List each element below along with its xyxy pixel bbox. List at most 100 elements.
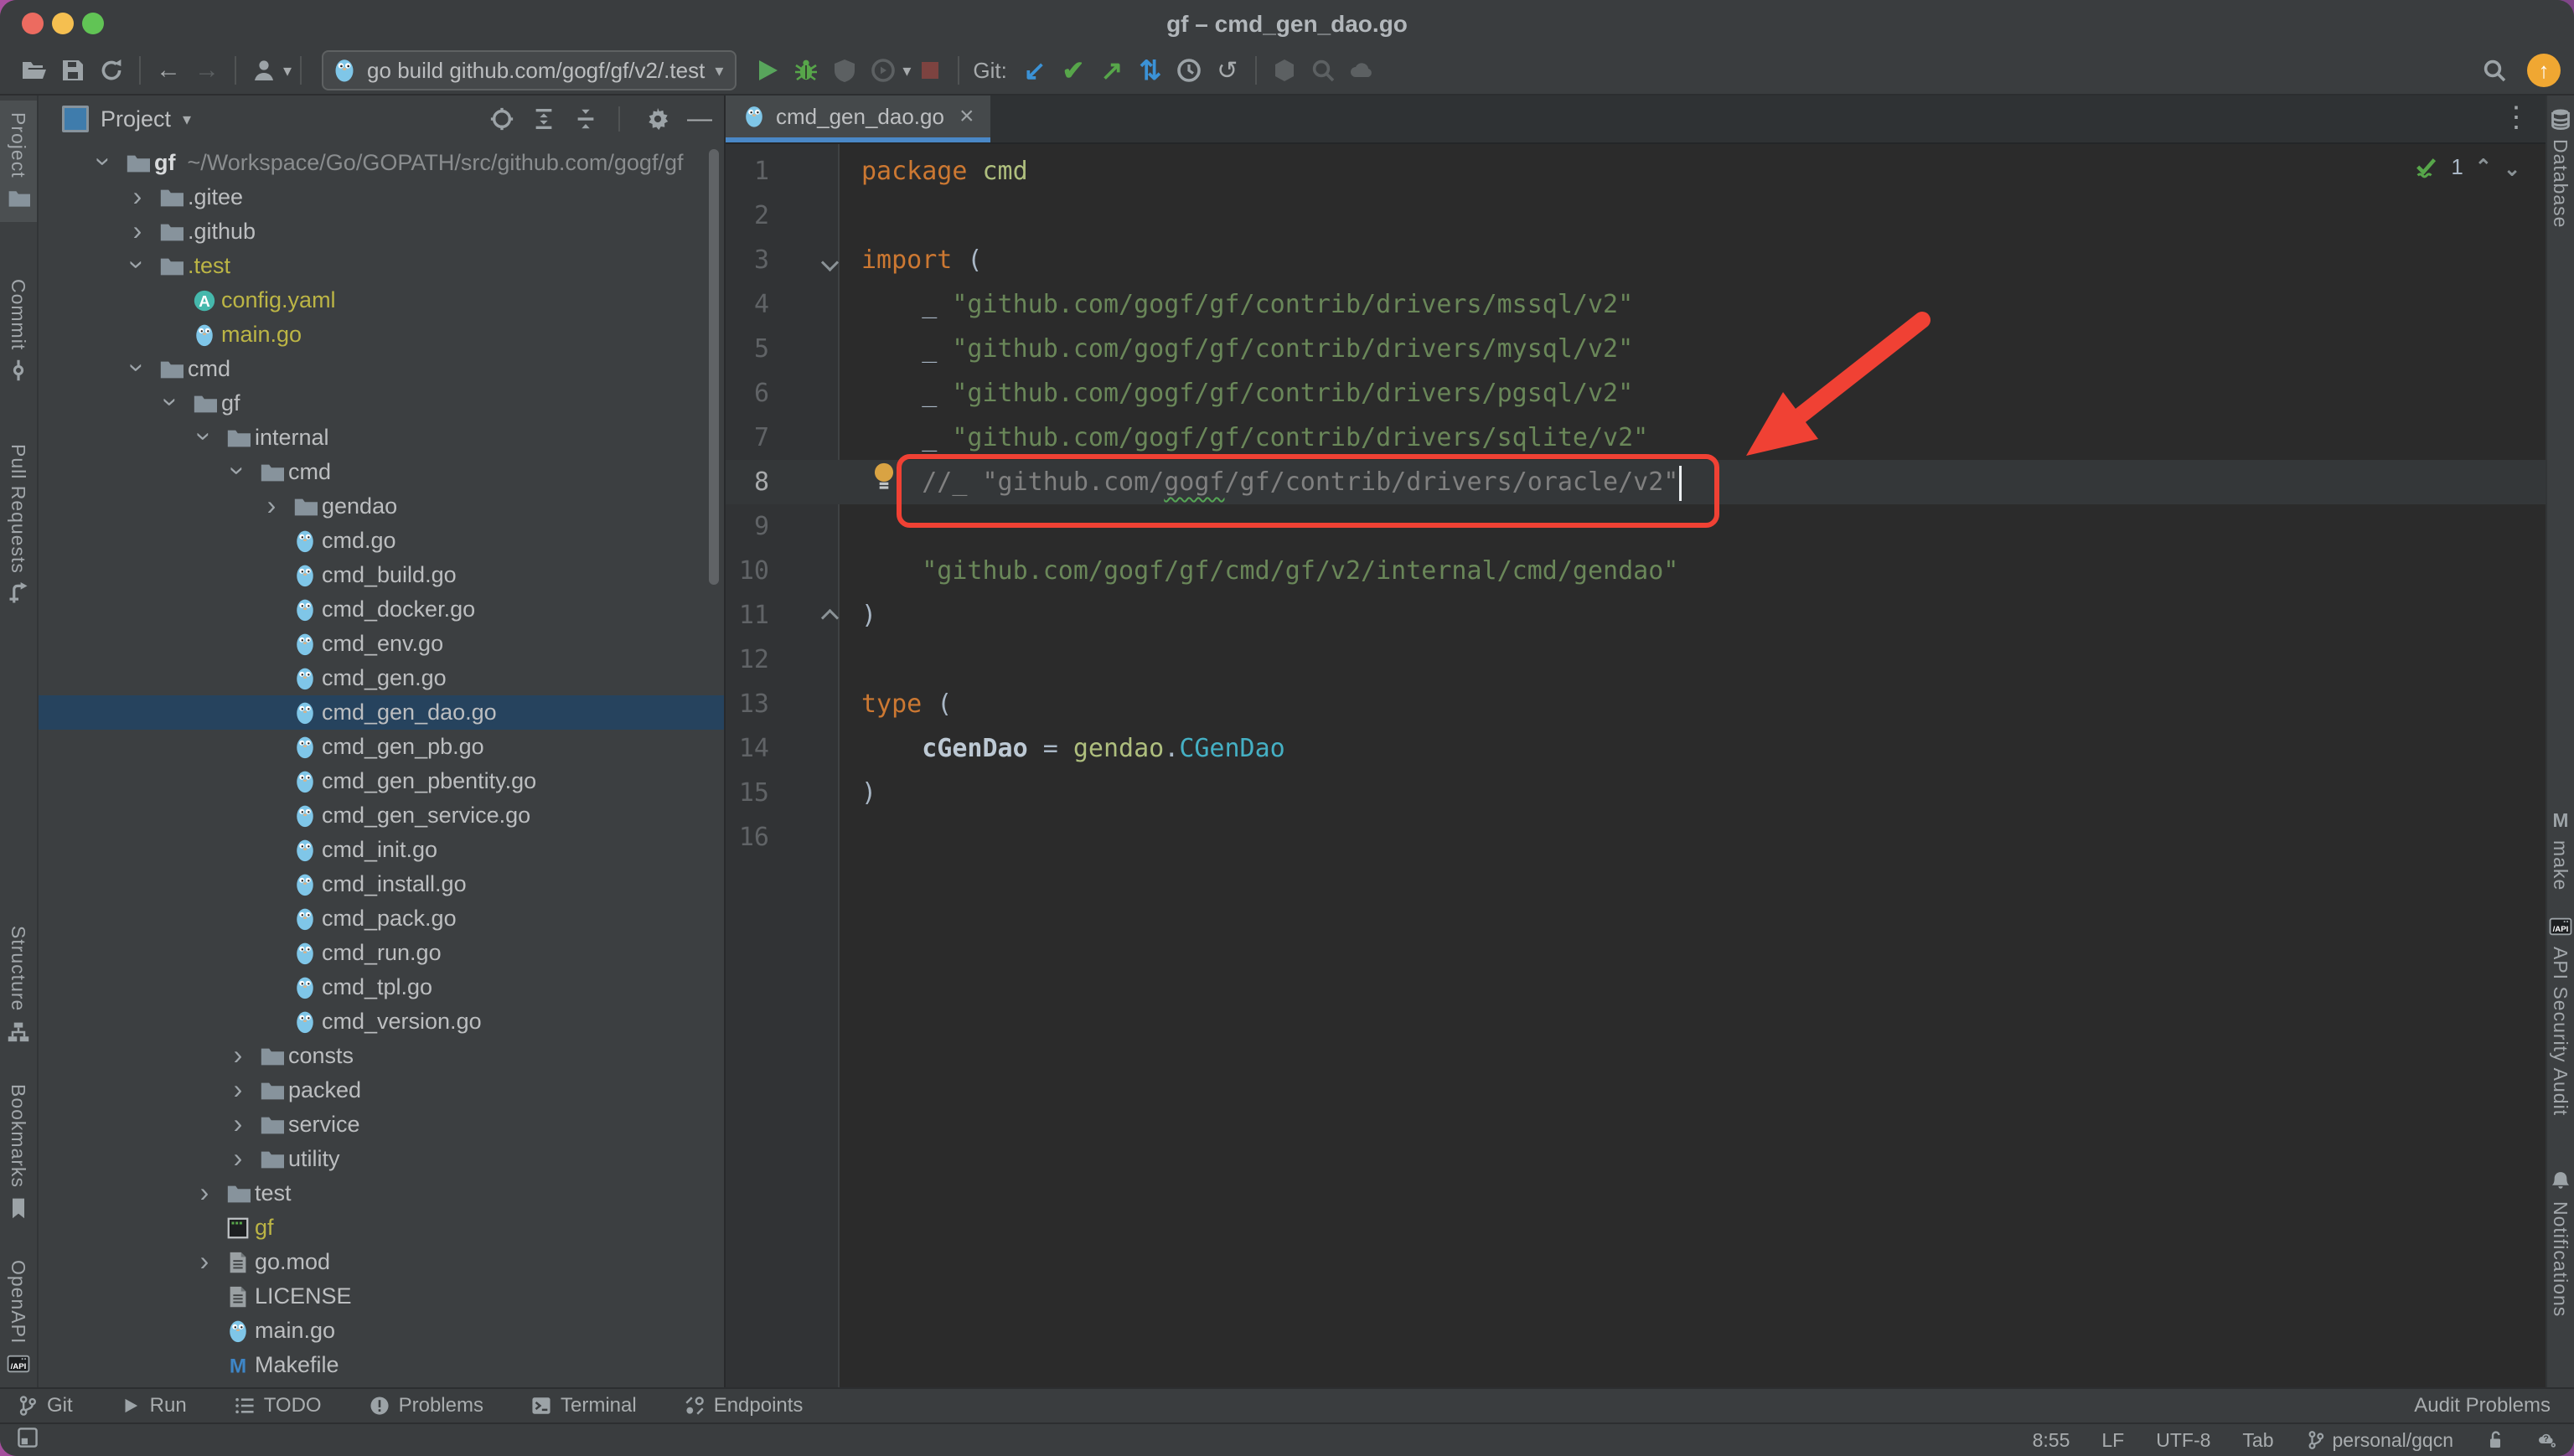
code-line-2[interactable]: 2 [726, 194, 2546, 238]
code-line-1[interactable]: 1package cmd [726, 149, 2546, 194]
tree-item-cmd-build-go[interactable]: cmd_build.go [39, 558, 724, 592]
chevron-collapsed-icon[interactable]: › [188, 1185, 221, 1202]
sidebar-item-commit[interactable]: Commit [0, 267, 37, 394]
code-line-11[interactable]: 11) [726, 593, 2546, 638]
user-dropdown-arrow[interactable]: ▾ [283, 60, 292, 81]
tree-item-packed[interactable]: ›packed [39, 1073, 724, 1107]
tree-item-service[interactable]: ›service [39, 1107, 724, 1142]
status-line-separator[interactable]: LF [2101, 1429, 2124, 1452]
git-commit-check-icon[interactable]: ✔ [1054, 52, 1093, 89]
sidebar-item-openapi[interactable]: OpenAPI/API [0, 1248, 37, 1387]
code-line-15[interactable]: 15) [726, 771, 2546, 815]
chevron-collapsed-icon[interactable]: › [221, 1117, 255, 1133]
sidebar-item-project[interactable]: Project [0, 101, 37, 222]
tree-item-readme-md[interactable]: MDREADME.MD [39, 1382, 724, 1387]
chevron-collapsed-icon[interactable]: › [188, 1254, 221, 1271]
project-panel-title[interactable]: Project [101, 106, 171, 132]
tree-item-internal[interactable]: ›internal [39, 421, 724, 455]
inspection-widget[interactable]: 1 ⌃ ⌃ [2414, 154, 2520, 180]
audit-problems-button[interactable]: /API Audit Problems [2406, 1394, 2551, 1417]
tab-cmd-gen-dao[interactable]: cmd_gen_dao.go × [726, 96, 990, 142]
chevron-collapsed-icon[interactable]: › [221, 1082, 255, 1099]
chevron-expanded-icon[interactable]: › [87, 155, 121, 172]
tree-item-utility[interactable]: ›utility [39, 1142, 724, 1176]
fold-marker-icon[interactable] [821, 254, 839, 271]
history-clock-icon[interactable] [1170, 52, 1208, 89]
sidebar-item-notifications[interactable]: Notifications [2547, 1158, 2574, 1329]
code-line-5[interactable]: 5 _ "github.com/gogf/gf/contrib/drivers/… [726, 327, 2546, 371]
run-button[interactable] [748, 52, 787, 89]
chevron-expanded-icon[interactable]: › [154, 395, 188, 412]
tree-item-cmd-env-go[interactable]: cmd_env.go [39, 627, 724, 661]
collapse-all-icon[interactable] [573, 106, 598, 132]
code-line-6[interactable]: 6 _ "github.com/gogf/gf/contrib/drivers/… [726, 371, 2546, 416]
close-icon[interactable]: × [959, 102, 974, 131]
tree-item-cmd[interactable]: ›cmd [39, 352, 724, 386]
tree-item-main-go[interactable]: main.go [39, 318, 724, 352]
git-update-icon[interactable]: ↙ [1016, 52, 1054, 89]
sidebar-item-api-security-audit[interactable]: /APIAPI Security Audit [2547, 903, 2574, 1128]
tree-item--test[interactable]: ›.test [39, 249, 724, 283]
toolwindow-button-endpoints[interactable]: Endpoints [684, 1394, 804, 1417]
tree-item-cmd-gen-pb-go[interactable]: cmd_gen_pb.go [39, 730, 724, 764]
toolwindow-button-run[interactable]: Run [120, 1394, 187, 1417]
tree-item-cmd-tpl-go[interactable]: cmd_tpl.go [39, 970, 724, 1004]
toolwindow-button-git[interactable]: Git [17, 1394, 73, 1417]
sync-icon[interactable] [92, 52, 131, 89]
tree-item-gf[interactable]: ›gf [39, 386, 724, 421]
rollback-icon[interactable]: ↺ [1208, 52, 1247, 89]
code-line-4[interactable]: 4 _ "github.com/gogf/gf/contrib/drivers/… [726, 282, 2546, 327]
toolwindow-button-terminal[interactable]: Terminal [530, 1394, 637, 1417]
sidebar-item-database[interactable]: Database [2547, 96, 2574, 240]
code-line-16[interactable]: 16 [726, 815, 2546, 860]
sidebar-item-structure[interactable]: Structure [0, 914, 37, 1055]
tree-item--github[interactable]: ›.github [39, 214, 724, 249]
code-line-12[interactable]: 12 [726, 638, 2546, 682]
hide-panel-icon[interactable]: — [687, 105, 712, 133]
chevron-expanded-icon[interactable]: › [121, 361, 154, 378]
toolwindow-button-problems[interactable]: Problems [369, 1394, 483, 1417]
run-configuration-select[interactable]: go build github.com/gogf/gf/v2/.test ▾ [322, 50, 737, 90]
save-all-icon[interactable] [54, 52, 92, 89]
tree-item-main-go[interactable]: main.go [39, 1314, 724, 1348]
gear-icon[interactable] [645, 106, 670, 132]
chevron-collapsed-icon[interactable]: › [221, 1151, 255, 1168]
back-icon[interactable]: ← [149, 52, 188, 89]
debug-button[interactable] [787, 52, 825, 89]
project-view-dropdown-arrow[interactable]: ▾ [183, 109, 191, 130]
tree-item-cmd-version-go[interactable]: cmd_version.go [39, 1004, 724, 1039]
chevron-collapsed-icon[interactable]: › [255, 498, 288, 515]
sidebar-item-pull-requests[interactable]: Pull Requests [0, 432, 37, 617]
tree-item--gitee[interactable]: ›.gitee [39, 180, 724, 214]
toolwindow-switcher-icon[interactable] [17, 1427, 39, 1453]
tree-item-cmd-gen-dao-go[interactable]: cmd_gen_dao.go [39, 695, 724, 730]
tree-item-gendao[interactable]: ›gendao [39, 489, 724, 524]
chevron-expanded-icon[interactable]: › [188, 430, 221, 447]
tree-scrollbar[interactable] [709, 149, 719, 585]
status-encoding[interactable]: UTF-8 [2156, 1429, 2210, 1452]
tree-item-cmd-init-go[interactable]: cmd_init.go [39, 833, 724, 867]
chevron-collapsed-icon[interactable]: › [221, 1048, 255, 1065]
next-problem-icon[interactable]: ⌃ [2504, 155, 2520, 179]
status-git-branch[interactable]: personal/gqcn [2306, 1429, 2454, 1452]
sidebar-item-bookmarks[interactable]: Bookmarks [0, 1072, 37, 1231]
tree-item-cmd-pack-go[interactable]: cmd_pack.go [39, 901, 724, 936]
tree-item-cmd-go[interactable]: cmd.go [39, 524, 724, 558]
expand-all-icon[interactable] [531, 106, 556, 132]
tree-item-license[interactable]: LICENSE [39, 1279, 724, 1314]
fold-marker-icon[interactable] [821, 609, 839, 627]
tree-item-go-mod[interactable]: ›go.mod [39, 1245, 724, 1279]
tree-item-test[interactable]: ›test [39, 1176, 724, 1211]
code-line-14[interactable]: 14 cGenDao = gendao.CGenDao [726, 726, 2546, 771]
tree-item-cmd-install-go[interactable]: cmd_install.go [39, 867, 724, 901]
tree-item-cmd-gen-pbentity-go[interactable]: cmd_gen_pbentity.go [39, 764, 724, 798]
tree-item-makefile[interactable]: MMakefile [39, 1348, 724, 1382]
code-line-3[interactable]: 3import ( [726, 238, 2546, 282]
open-icon[interactable] [15, 52, 54, 89]
git-push-icon[interactable]: ↗ [1093, 52, 1131, 89]
user-profile-icon[interactable] [245, 52, 283, 89]
tree-item-cmd-gen-service-go[interactable]: cmd_gen_service.go [39, 798, 724, 833]
search-everywhere-icon[interactable] [2475, 52, 2514, 89]
tree-item-cmd[interactable]: ›cmd [39, 455, 724, 489]
tree-item-consts[interactable]: ›consts [39, 1039, 724, 1073]
